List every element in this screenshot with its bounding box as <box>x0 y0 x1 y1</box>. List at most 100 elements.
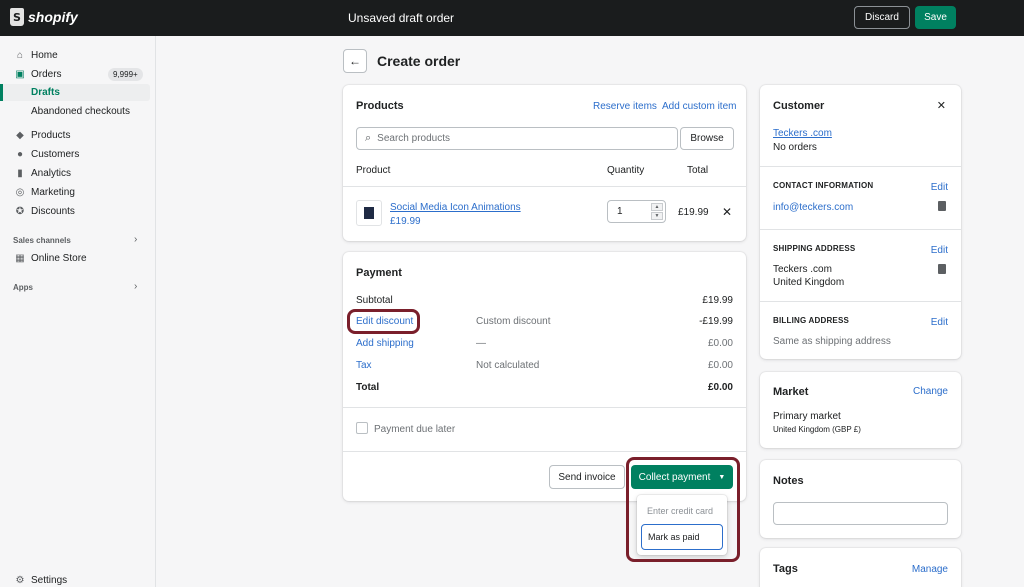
market-card: Market Change Primary market United King… <box>760 372 961 448</box>
product-thumbnail <box>356 200 382 226</box>
orders-count-badge: 9,999+ <box>108 68 143 81</box>
brand-wordmark: shopify <box>28 9 78 25</box>
orders-icon: ▣ <box>15 69 25 80</box>
tag-icon: ◆ <box>16 130 24 141</box>
send-invoice-button[interactable]: Send invoice <box>549 465 625 489</box>
divider <box>760 166 961 167</box>
sidebar-item-label: Settings <box>31 575 68 586</box>
target-icon: ◎ <box>15 187 25 198</box>
column-header-total: Total <box>687 165 709 176</box>
reserve-items-link[interactable]: Reserve items <box>593 101 657 112</box>
shipping-value: £0.00 <box>707 338 733 349</box>
column-header-product: Product <box>356 165 391 176</box>
person-icon: ● <box>16 149 24 160</box>
subtotal-value: £19.99 <box>702 295 733 306</box>
increment-icon[interactable]: ▲ <box>651 203 663 211</box>
product-image <box>364 207 374 219</box>
sidebar-item-discounts[interactable]: ✪ Discounts <box>0 203 150 220</box>
product-name-link[interactable]: Social Media Icon Animations <box>390 202 521 213</box>
product-price: £19.99 <box>390 216 421 227</box>
bar-chart-icon: ▮ <box>17 168 23 179</box>
sidebar-item-home[interactable]: ⌂ Home <box>0 47 150 64</box>
market-name: Primary market <box>773 411 841 422</box>
sidebar-item-customers[interactable]: ● Customers <box>0 146 150 163</box>
home-icon: ⌂ <box>16 50 24 61</box>
notes-input[interactable] <box>773 502 948 525</box>
sidebar-item-label: Orders <box>31 69 62 80</box>
save-button[interactable]: Save <box>915 6 956 29</box>
divider <box>343 451 746 452</box>
sidebar-item-online-store[interactable]: ▦ Online Store <box>0 250 150 267</box>
sidebar-item-drafts[interactable]: Drafts <box>0 84 150 101</box>
top-bar: shopify Unsaved draft order Discard Save <box>0 0 1024 36</box>
sidebar-item-label: Drafts <box>31 87 60 98</box>
discount-description: Custom discount <box>476 316 551 327</box>
shopify-logo[interactable]: shopify <box>10 8 78 26</box>
contact-email-link[interactable]: info@teckers.com <box>773 202 853 213</box>
notes-card: Notes <box>760 460 961 538</box>
sidebar-item-marketing[interactable]: ◎ Marketing <box>0 184 150 201</box>
gear-icon: ⚙ <box>15 575 25 586</box>
add-custom-item-link[interactable]: Add custom item <box>662 101 736 112</box>
divider <box>343 407 746 408</box>
decrement-icon[interactable]: ▼ <box>651 212 663 220</box>
edit-billing-link[interactable]: Edit <box>931 317 948 328</box>
edit-contact-link[interactable]: Edit <box>931 182 948 193</box>
line-total: £19.99 <box>678 207 709 218</box>
discard-button[interactable]: Discard <box>854 6 910 29</box>
page-status-title: Unsaved draft order <box>348 11 455 25</box>
column-header-quantity: Quantity <box>607 165 645 176</box>
quantity-spinner[interactable]: ▲ ▼ <box>651 203 663 220</box>
shipping-country: United Kingdom <box>773 277 845 288</box>
close-icon[interactable]: ✕ <box>937 99 946 112</box>
divider <box>760 301 961 302</box>
manage-tags-link[interactable]: Manage <box>912 564 948 575</box>
clipboard-icon[interactable] <box>938 201 946 211</box>
customer-card-title: Customer <box>773 100 825 112</box>
apps-heading: Apps <box>13 283 33 292</box>
billing-address-value: Same as shipping address <box>773 336 891 347</box>
quantity-stepper[interactable]: 1 ▲ ▼ <box>607 200 666 223</box>
arrow-left-icon: ← <box>349 54 361 68</box>
sidebar-item-analytics[interactable]: ▮ Analytics <box>0 165 150 182</box>
contact-information-heading: CONTACT INFORMATION <box>773 181 874 190</box>
sidebar-item-label: Analytics <box>31 168 72 179</box>
divider <box>760 229 961 230</box>
annotation-highlight-discount <box>347 309 420 334</box>
billing-address-heading: BILLING ADDRESS <box>773 316 850 325</box>
change-market-link[interactable]: Change <box>913 386 948 397</box>
payment-due-later-checkbox[interactable] <box>356 422 368 434</box>
sidebar-item-abandoned-checkouts[interactable]: Abandoned checkouts <box>0 103 150 120</box>
quantity-value: 1 <box>617 206 623 217</box>
remove-item-close-icon[interactable]: ✕ <box>722 205 732 219</box>
add-shipping-link[interactable]: Add shipping <box>356 338 414 349</box>
shopify-bag-icon <box>10 8 24 26</box>
customer-card: Customer ✕ Teckers .com No orders CONTAC… <box>760 85 961 359</box>
tax-description: Not calculated <box>476 360 540 371</box>
payment-due-later-label: Payment due later <box>374 424 456 435</box>
discount-value: -£19.99 <box>699 316 733 327</box>
sidebar-item-settings[interactable]: ⚙ Settings <box>0 572 150 587</box>
chevron-right-icon[interactable]: › <box>134 234 137 245</box>
search-placeholder: Search products <box>377 133 450 144</box>
customer-name-link[interactable]: Teckers .com <box>773 128 832 139</box>
edit-shipping-link[interactable]: Edit <box>931 245 948 256</box>
sidebar-item-label: Online Store <box>31 253 87 264</box>
search-products-input[interactable]: ⌕ Search products <box>356 127 678 150</box>
market-detail: United Kingdom (GBP £) <box>773 425 861 434</box>
annotation-highlight-collect-payment <box>626 457 740 562</box>
market-card-title: Market <box>773 386 809 398</box>
sidebar-item-orders[interactable]: ▣ Orders 9,999+ <box>0 66 150 83</box>
back-button[interactable]: ← <box>343 49 367 73</box>
browse-button[interactable]: Browse <box>680 127 734 150</box>
sidebar-item-label: Products <box>31 130 71 141</box>
clipboard-icon[interactable] <box>938 264 946 274</box>
chevron-right-icon[interactable]: › <box>134 281 137 292</box>
shipping-name: Teckers .com <box>773 264 832 275</box>
sales-channels-heading: Sales channels <box>13 236 71 245</box>
tax-link[interactable]: Tax <box>356 360 372 371</box>
notes-card-title: Notes <box>773 475 804 487</box>
tags-card-title: Tags <box>773 563 798 575</box>
tags-card: Tags Manage <box>760 548 961 587</box>
sidebar-item-products[interactable]: ◆ Products <box>0 127 150 144</box>
